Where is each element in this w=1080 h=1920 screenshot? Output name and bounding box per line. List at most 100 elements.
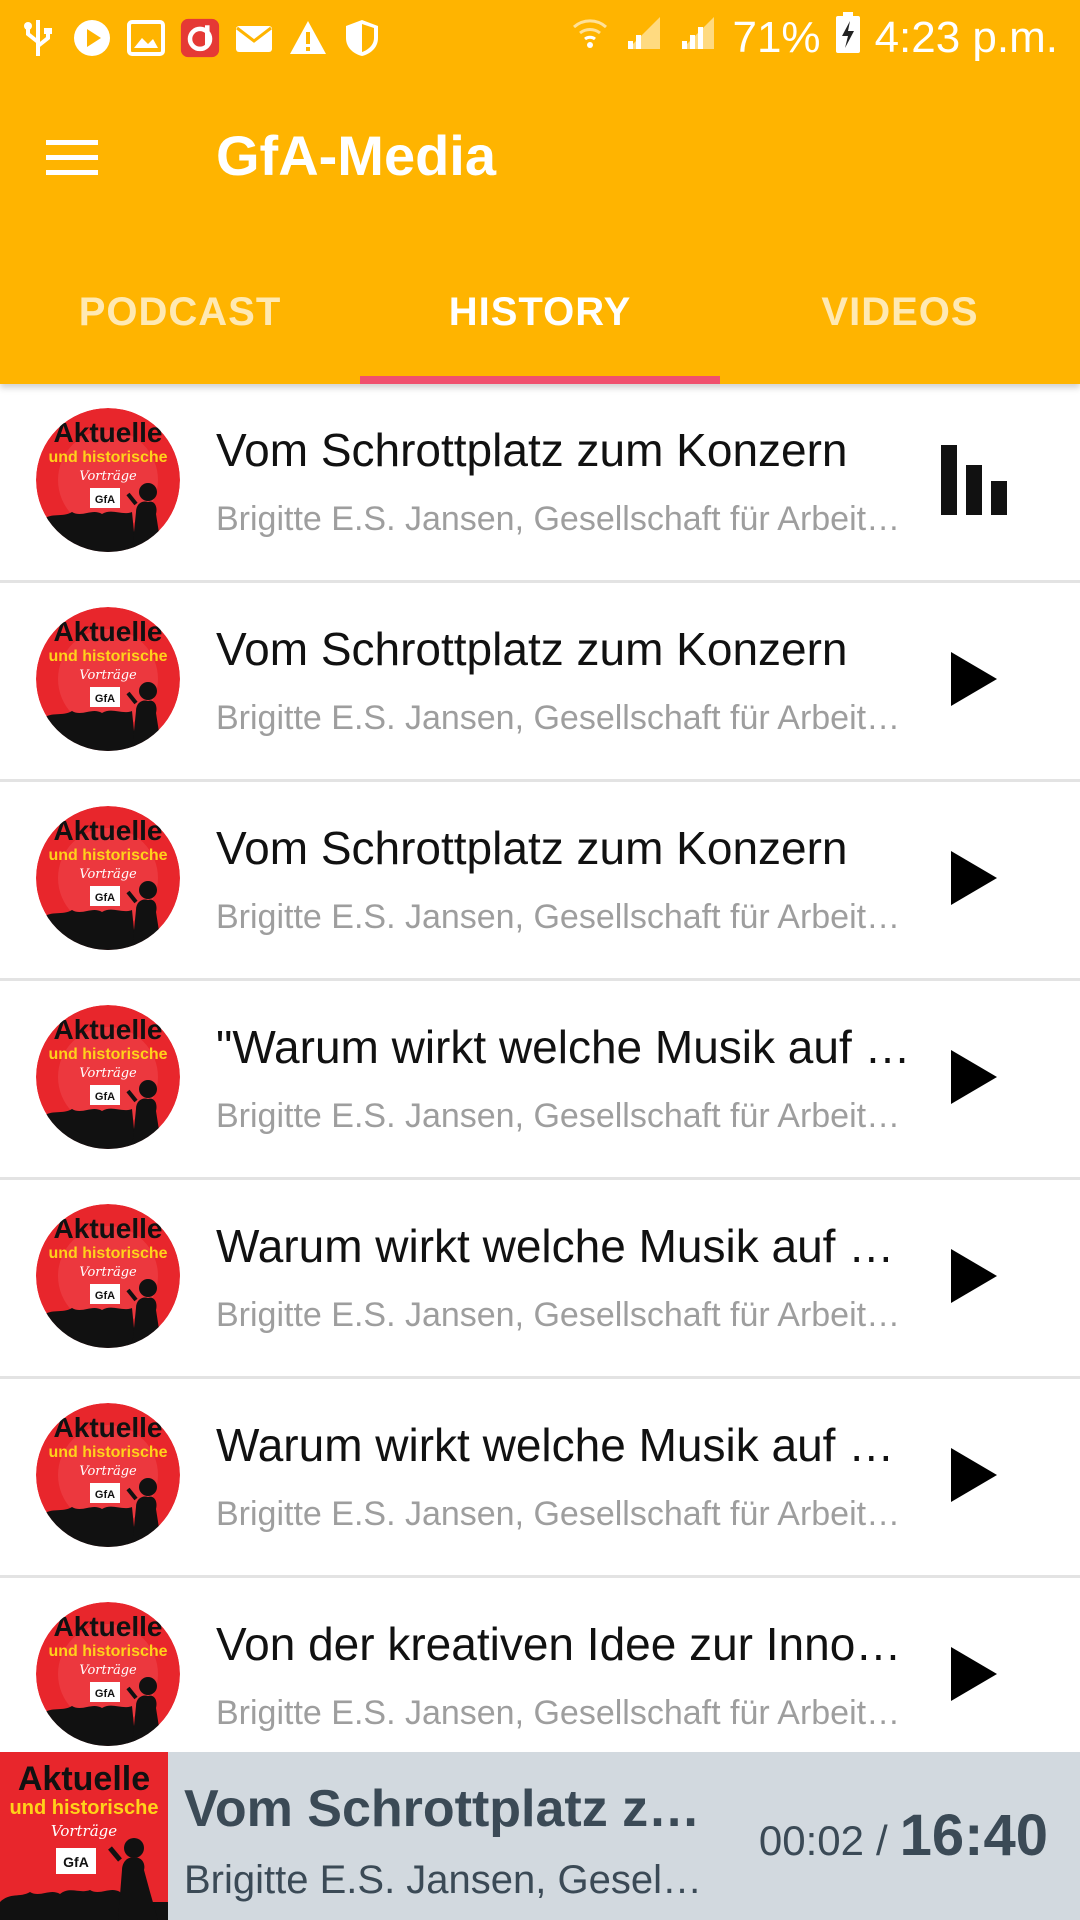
episode-author: Brigitte E.S. Jansen, Gesellschaft für A…	[216, 500, 916, 538]
episode-author: Brigitte E.S. Jansen, Gesellschaft für A…	[216, 1097, 916, 1135]
total-time: 16:40	[899, 1803, 1048, 1868]
battery-percent: 71%	[732, 13, 821, 62]
svg-text:und historische: und historische	[48, 1245, 167, 1262]
player-title: Vom Schrottplatz zum Konzern	[184, 1780, 704, 1838]
episode-title: Warum wirkt welche Musik auf uns?	[216, 1220, 916, 1272]
history-item[interactable]: Aktuelle und historische Vorträge GfA Vo…	[0, 583, 1080, 782]
svg-text:Aktuelle: Aktuelle	[54, 616, 163, 647]
app-title: GfA-Media	[216, 124, 496, 187]
svg-text:Vorträge: Vorträge	[79, 1265, 137, 1280]
play-button[interactable]	[916, 1419, 1032, 1535]
history-item[interactable]: Aktuelle und historische Vorträge GfA "W…	[0, 981, 1080, 1180]
image-icon	[126, 18, 166, 58]
svg-text:und historische: und historische	[48, 1046, 167, 1063]
play-button[interactable]	[916, 1220, 1032, 1336]
episode-artwork: Aktuelle und historische Vorträge GfA	[36, 1403, 180, 1547]
svg-text:Aktuelle: Aktuelle	[54, 1014, 163, 1045]
episode-title: Vom Schrottplatz zum Konzern	[216, 623, 848, 675]
notification-icons	[18, 14, 382, 62]
svg-text:Aktuelle: Aktuelle	[18, 1760, 150, 1798]
svg-text:GfA: GfA	[63, 1854, 89, 1870]
svg-text:Vorträge: Vorträge	[79, 1066, 137, 1081]
episode-title: Vom Schrottplatz zum Konzern	[216, 822, 848, 874]
episode-title: "Warum wirkt welche Musik auf uns?"	[216, 1021, 916, 1073]
usb-icon	[18, 18, 58, 58]
clock: 4:23 p.m.	[874, 13, 1058, 62]
episode-artwork: Aktuelle und historische Vorträge GfA	[36, 1204, 180, 1348]
mail-icon	[234, 18, 274, 58]
play-button[interactable]	[916, 623, 1032, 739]
episode-artwork: Aktuelle und historische Vorträge GfA	[36, 607, 180, 751]
hamburger-menu-icon	[46, 140, 98, 175]
episode-title: Warum wirkt welche Musik auf uns?	[216, 1419, 916, 1471]
history-item[interactable]: Aktuelle und historische Vorträge GfA Vo…	[0, 1578, 1080, 1777]
tab-videos[interactable]: VIDEOS	[720, 240, 1080, 384]
svg-text:und historische: und historische	[48, 1444, 167, 1461]
svg-text:und historische: und historische	[48, 1643, 167, 1660]
wifi-icon	[570, 13, 610, 64]
episode-artwork: Aktuelle und historische Vorträge GfA	[36, 1602, 180, 1746]
svg-text:GfA: GfA	[95, 1489, 115, 1501]
svg-text:und historische: und historische	[48, 648, 167, 665]
history-item[interactable]: Aktuelle und historische Vorträge GfA Vo…	[0, 384, 1080, 583]
player-time: 00:02 / 16:40	[759, 1802, 1048, 1869]
svg-text:Aktuelle: Aktuelle	[54, 1412, 163, 1443]
svg-text:und historische: und historische	[48, 449, 167, 466]
episode-title: Vom Schrottplatz zum Konzern	[216, 424, 848, 476]
svg-text:Vorträge: Vorträge	[79, 1464, 137, 1479]
toolbar: GfA-Media	[0, 76, 1080, 240]
episode-title: Von der kreativen Idee zur Innovation	[216, 1618, 916, 1670]
svg-text:GfA: GfA	[95, 693, 115, 705]
play-icon	[947, 1643, 1001, 1710]
svg-text:GfA: GfA	[95, 1091, 115, 1103]
svg-text:GfA: GfA	[95, 892, 115, 904]
tab-podcast[interactable]: PODCAST	[0, 240, 360, 384]
play-icon	[947, 648, 1001, 715]
tab-bar: PODCAST HISTORY VIDEOS	[0, 240, 1080, 384]
signal-icon	[678, 13, 718, 64]
app-notification-icon	[180, 18, 220, 58]
episode-artwork: Aktuelle und historische Vorträge GfA	[36, 408, 180, 552]
history-item[interactable]: Aktuelle und historische Vorträge GfA Wa…	[0, 1379, 1080, 1578]
tab-history[interactable]: HISTORY	[360, 240, 720, 384]
svg-text:und historische: und historische	[48, 847, 167, 864]
svg-text:Vorträge: Vorträge	[79, 1663, 137, 1678]
play-button[interactable]	[916, 1618, 1032, 1734]
svg-text:GfA: GfA	[95, 1688, 115, 1700]
episode-author: Brigitte E.S. Jansen, Gesellschaft für A…	[216, 699, 916, 737]
player-subtitle: Brigitte E.S. Jansen, Gesellschaft für A…	[184, 1858, 704, 1902]
now-playing-button[interactable]	[916, 424, 1032, 540]
tab-indicator	[360, 376, 720, 384]
svg-text:GfA: GfA	[95, 1290, 115, 1302]
play-icon	[947, 1245, 1001, 1312]
play-button[interactable]	[916, 822, 1032, 938]
status-right: 71% 4:23 p.m.	[570, 8, 1058, 68]
svg-text:Vorträge: Vorträge	[79, 867, 137, 882]
svg-text:Vorträge: Vorträge	[51, 1822, 117, 1840]
play-icon	[947, 1444, 1001, 1511]
menu-button[interactable]	[28, 114, 116, 202]
episode-author: Brigitte E.S. Jansen, Gesellschaft für A…	[216, 1694, 916, 1732]
player-artwork: Aktuelle und historische Vorträge GfA	[0, 1752, 168, 1920]
battery-charging-icon	[835, 11, 861, 65]
svg-text:Aktuelle: Aktuelle	[54, 1213, 163, 1244]
current-time: 00:02	[758, 1817, 864, 1864]
play-icon	[947, 847, 1001, 914]
history-item[interactable]: Aktuelle und historische Vorträge GfA Vo…	[0, 782, 1080, 981]
episode-author: Brigitte E.S. Jansen, Gesellschaft für A…	[216, 898, 916, 936]
svg-text:GfA: GfA	[95, 494, 115, 506]
play-button[interactable]	[916, 1021, 1032, 1137]
episode-author: Brigitte E.S. Jansen, Gesellschaft für A…	[216, 1296, 916, 1334]
play-icon	[947, 1046, 1001, 1113]
history-item[interactable]: Aktuelle und historische Vorträge GfA Wa…	[0, 1180, 1080, 1379]
svg-text:Aktuelle: Aktuelle	[54, 417, 163, 448]
episode-artwork: Aktuelle und historische Vorträge GfA	[36, 806, 180, 950]
play-store-icon	[72, 18, 112, 58]
mini-player[interactable]: Aktuelle und historische Vorträge GfA Vo…	[0, 1752, 1080, 1920]
warning-icon	[288, 18, 328, 58]
history-list: Aktuelle und historische Vorträge GfA Vo…	[0, 384, 1080, 1777]
svg-text:und historische: und historische	[10, 1797, 159, 1819]
shield-icon	[342, 18, 382, 58]
episode-author: Brigitte E.S. Jansen, Gesellschaft für A…	[216, 1495, 916, 1533]
svg-text:Aktuelle: Aktuelle	[54, 1611, 163, 1642]
